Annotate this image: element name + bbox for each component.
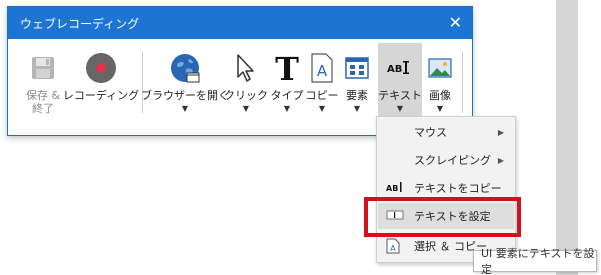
background-scrollbar-strip — [556, 0, 578, 275]
image-icon — [427, 51, 453, 85]
copy-label: コピー — [305, 89, 339, 102]
copy-button[interactable]: A コピー ▼ — [305, 51, 339, 113]
open-browser-button[interactable]: ブラウザーを開く ▼ — [141, 51, 229, 113]
svg-text:AB: AB — [386, 184, 398, 193]
open-browser-label: ブラウザーを開く — [141, 89, 229, 102]
window-title: ウェブレコーディング — [20, 16, 140, 31]
type-label: タイプ — [270, 89, 304, 102]
record-button[interactable]: レコーディング — [62, 51, 140, 102]
chevron-down-icon: ▼ — [353, 104, 361, 113]
menu-item-label: マウス — [414, 126, 447, 139]
record-icon — [85, 51, 117, 85]
text-t-icon: T — [274, 51, 300, 85]
chevron-down-icon: ▼ — [283, 104, 291, 113]
text-button[interactable]: AB テキスト ▼ — [378, 43, 422, 127]
chevron-down-icon: ▼ — [318, 104, 326, 113]
floppy-disk-icon — [30, 51, 56, 85]
text-dropdown-menu: マウス ▶ スクレイピング ▶ AB テキストをコピー テキストを設定 A 選択… — [376, 116, 516, 263]
screen: ウェブレコーディング ✕ 保存 & 終了 レコーディング ブラウザーを開く ▼ … — [0, 0, 601, 275]
save-exit-button[interactable]: 保存 & 終了 — [22, 51, 64, 115]
chevron-right-icon: ▶ — [497, 127, 504, 137]
abi-text-icon: AB — [386, 180, 406, 197]
svg-text:T: T — [275, 52, 299, 84]
highlight-annotation-box — [364, 197, 521, 237]
save-exit-label: 保存 & 終了 — [25, 89, 61, 115]
chevron-right-icon: ▶ — [497, 155, 504, 165]
tooltip: UI 要素にテキストを設定 — [473, 247, 597, 275]
text-label: テキスト — [378, 89, 422, 102]
menu-item-scraping[interactable]: スクレイピング ▶ — [378, 147, 514, 173]
window-titlebar: ウェブレコーディング ✕ — [8, 7, 472, 39]
select-copy-icon: A — [386, 238, 400, 257]
click-button[interactable]: クリック ▼ — [224, 51, 268, 113]
svg-text:A: A — [390, 244, 396, 253]
svg-text:A: A — [317, 62, 328, 80]
mouse-pointer-icon — [233, 51, 259, 85]
chevron-down-icon: ▼ — [181, 104, 189, 113]
image-label: 画像 — [429, 89, 451, 102]
tooltip-text: UI 要素にテキストを設定 — [481, 247, 595, 275]
type-button[interactable]: T タイプ ▼ — [270, 51, 304, 113]
svg-text:AB: AB — [387, 64, 402, 75]
toolbar-separator — [462, 51, 463, 113]
record-label: レコーディング — [62, 89, 140, 102]
chevron-down-icon: ▼ — [396, 104, 404, 113]
menu-item-mouse[interactable]: マウス ▶ — [378, 119, 514, 145]
globe-icon — [169, 51, 201, 85]
menu-item-label: スクレイピング — [414, 154, 491, 167]
element-button[interactable]: 要素 ▼ — [341, 51, 373, 113]
close-icon[interactable]: ✕ — [449, 15, 462, 31]
element-label: 要素 — [346, 89, 368, 102]
chevron-down-icon: ▼ — [436, 104, 444, 113]
toolbar-separator — [142, 51, 143, 113]
element-grid-icon — [344, 51, 370, 85]
image-button[interactable]: 画像 ▼ — [424, 51, 456, 113]
chevron-down-icon: ▼ — [242, 104, 250, 113]
copy-document-icon: A — [309, 51, 335, 85]
click-label: クリック — [224, 89, 268, 102]
abi-text-icon: AB — [386, 51, 414, 85]
menu-item-label: テキストをコピー — [414, 182, 502, 195]
